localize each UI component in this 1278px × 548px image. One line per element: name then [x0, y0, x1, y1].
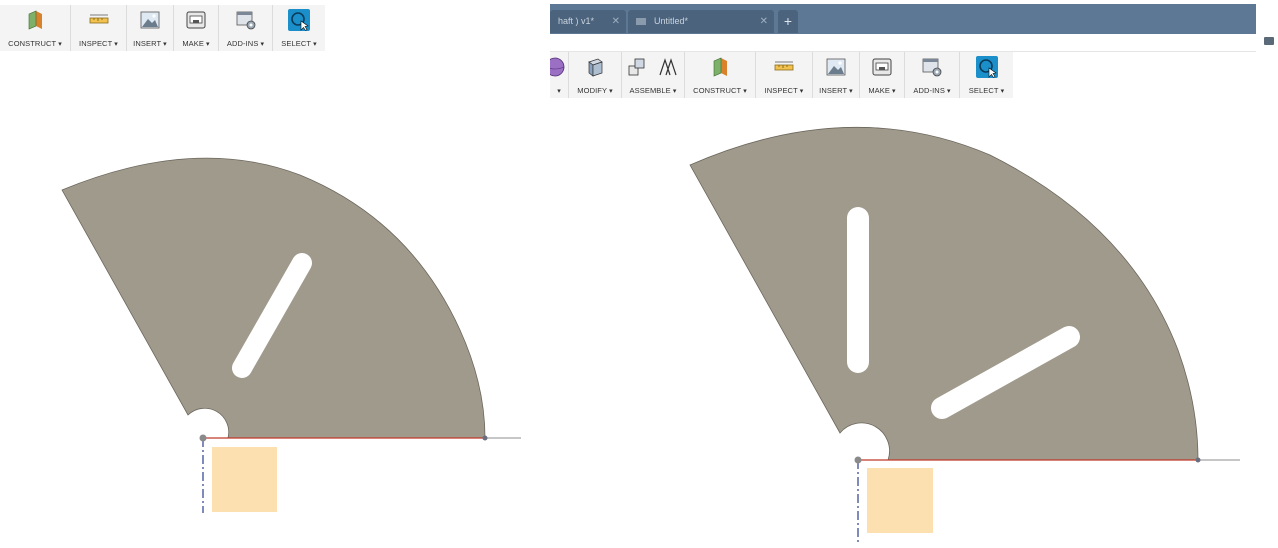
left-screenshot-panel: CONSTRUCT INSPECT INSERT: [0, 0, 548, 548]
origin-box[interactable]: [867, 468, 933, 533]
origin-box[interactable]: [212, 447, 277, 512]
origin-point[interactable]: [854, 456, 862, 464]
right-screenshot-panel: haft ) v1* ✕ Untitled* ✕ + MO: [550, 0, 1278, 548]
right-viewport-canvas[interactable]: [550, 0, 1278, 548]
endpoint[interactable]: [482, 435, 488, 441]
endpoint[interactable]: [1195, 457, 1201, 463]
left-viewport-canvas[interactable]: [0, 0, 548, 548]
origin-point[interactable]: [199, 434, 207, 442]
